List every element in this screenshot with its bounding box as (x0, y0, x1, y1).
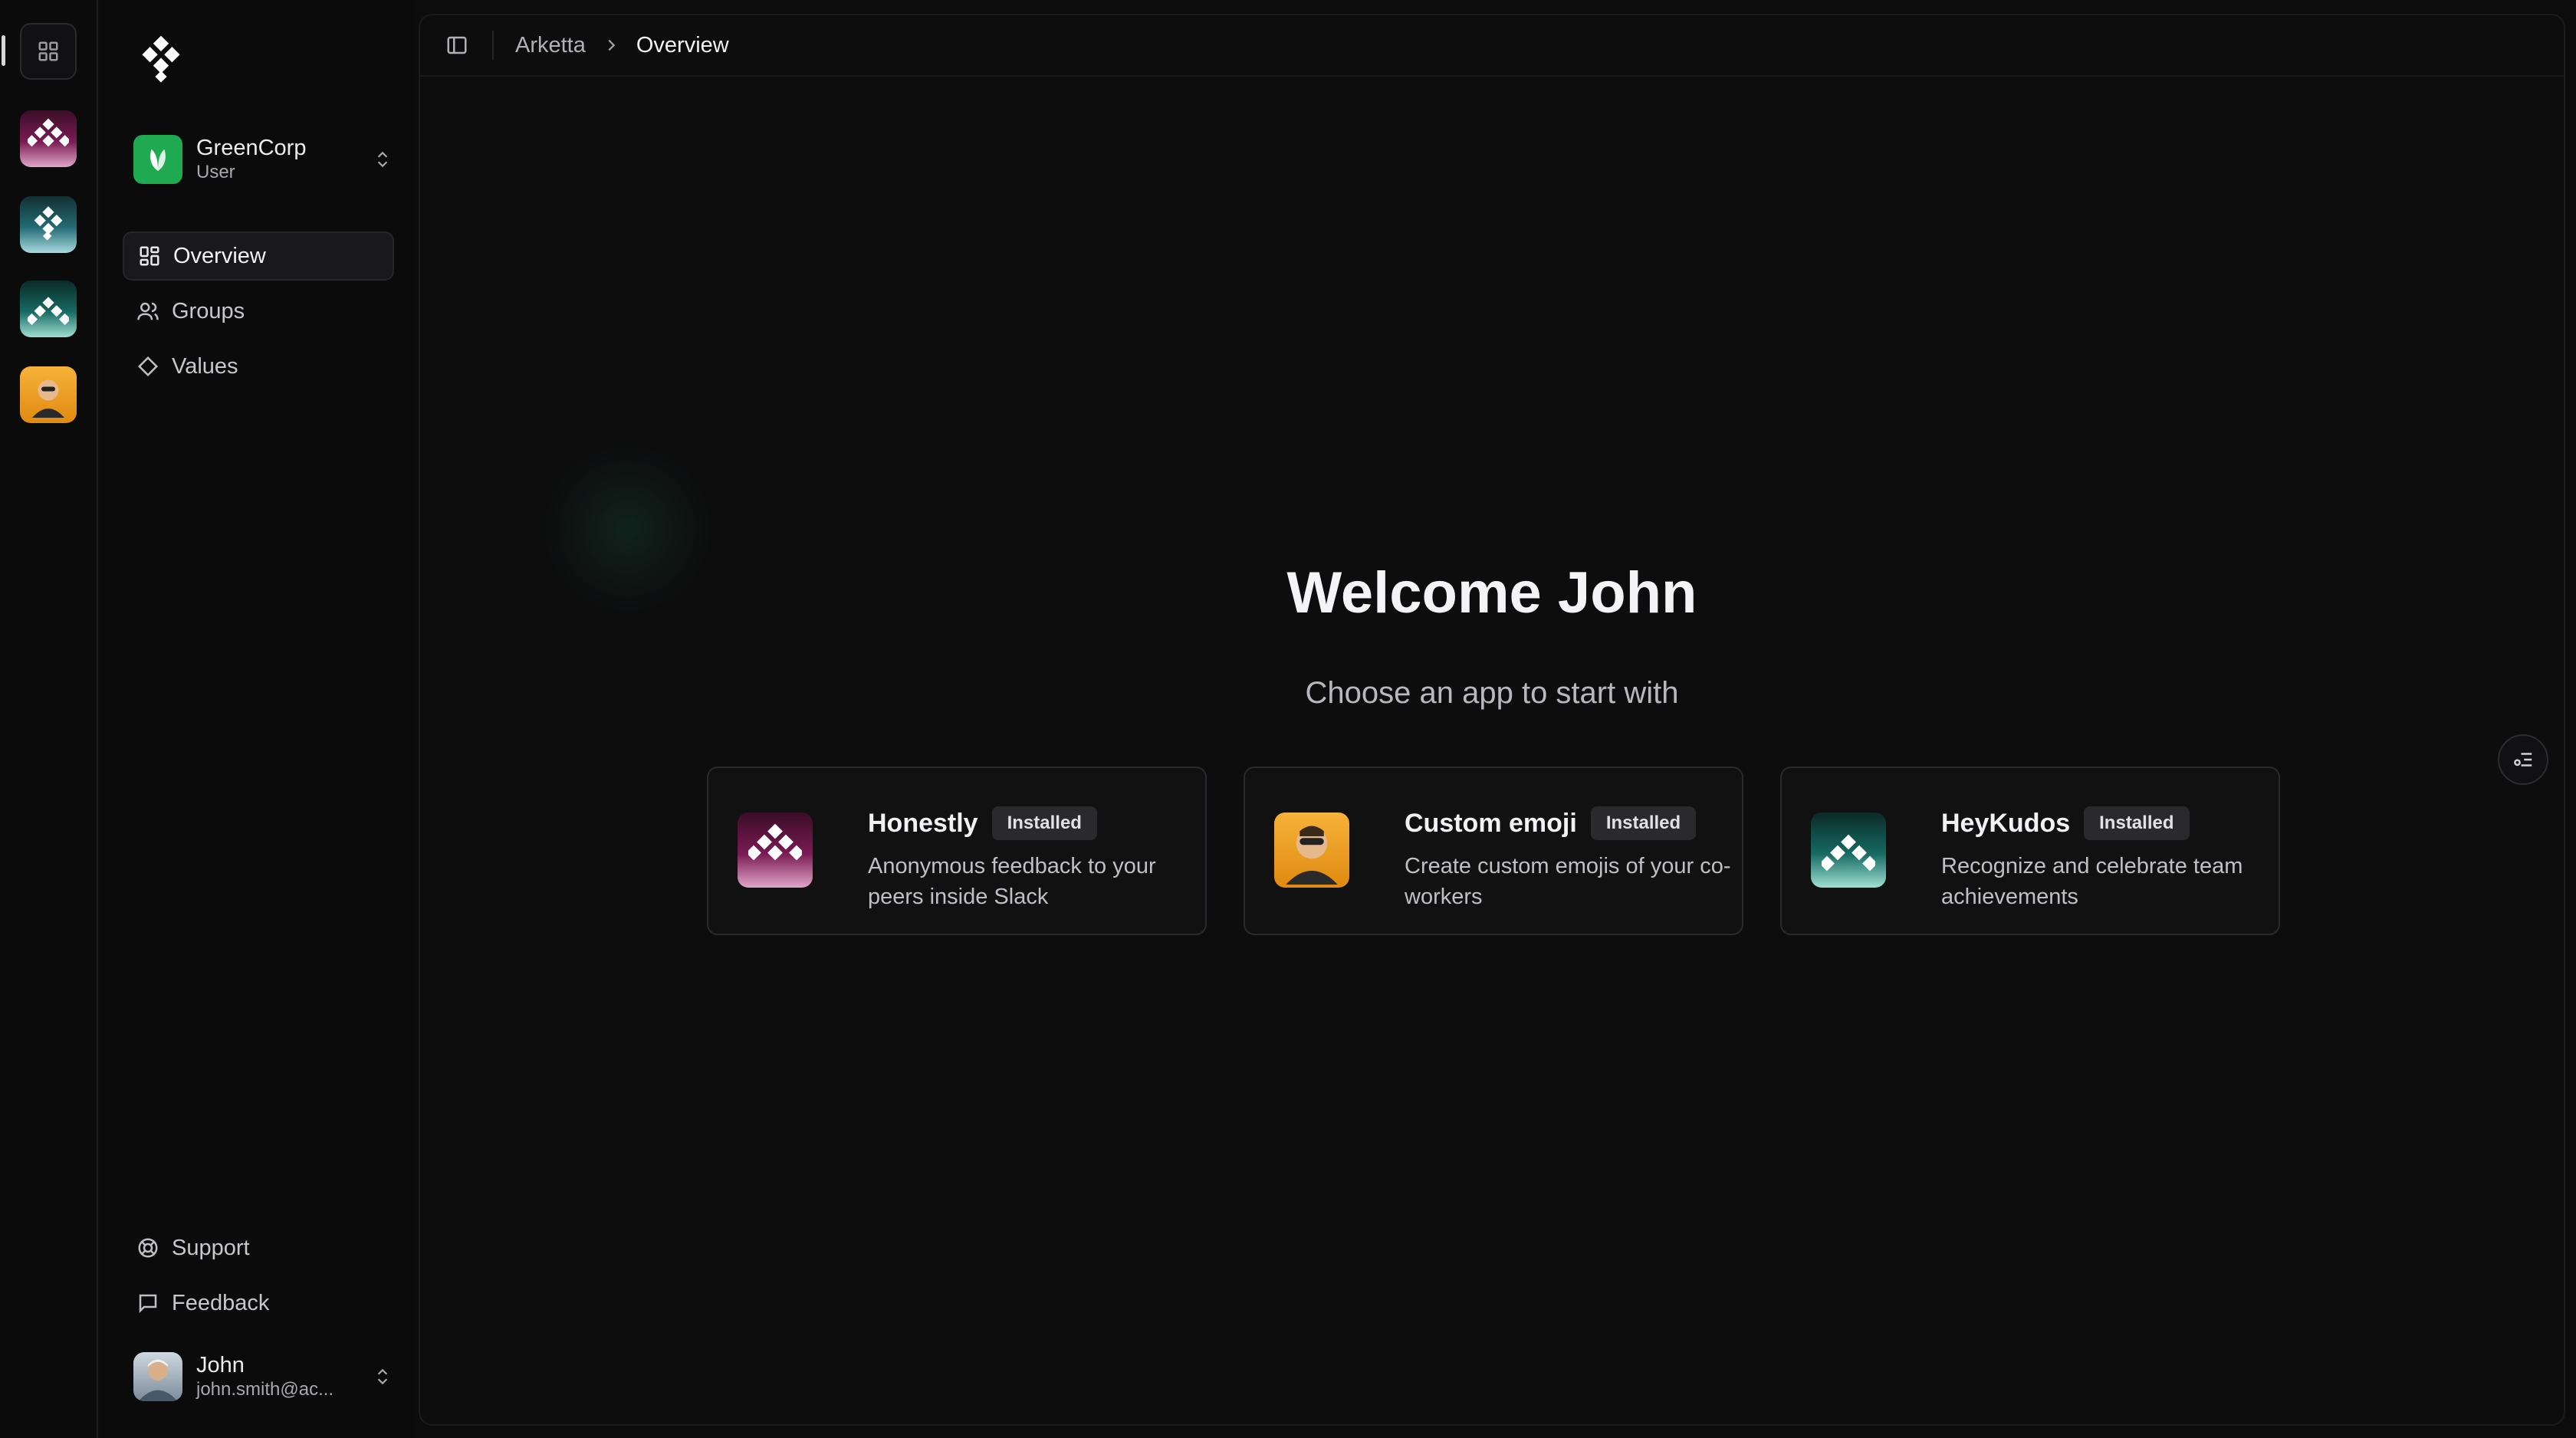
user-name: John (196, 1353, 245, 1377)
app-name: HeyKudos (1941, 808, 2071, 838)
breadcrumb-current: Overview (636, 32, 729, 57)
rail-app-heykudos[interactable] (20, 281, 77, 337)
panel-left-icon (447, 36, 467, 54)
user-menu[interactable]: John john.smith@ac... (133, 1349, 394, 1404)
top-bar: Arketta Overview (420, 15, 2564, 77)
app-name: Honestly (868, 808, 978, 838)
app-description: Anonymous feedback to your peers inside … (868, 854, 1156, 909)
card-body: Custom emoji Installed Create custom emo… (1405, 806, 1742, 912)
org-text: GreenCorp User (196, 135, 371, 184)
diamond-icon (137, 356, 159, 377)
sidebar: GreenCorp User Overview Groups Values Su… (100, 0, 416, 1438)
heykudos-logo-icon (28, 297, 69, 326)
layout-grid-icon (140, 246, 159, 266)
leaf-icon (150, 149, 166, 171)
bottom-nav: Support Feedback (123, 1223, 394, 1334)
org-role: User (196, 162, 235, 182)
card-header: Custom emoji Installed (1405, 806, 1742, 840)
chevron-right-icon (603, 37, 619, 54)
custom-emoji-avatar-icon (1286, 826, 1338, 885)
divider (492, 31, 494, 60)
nav-item-overview[interactable]: Overview (123, 231, 394, 281)
app-description: Create custom emojis of your co-workers (1405, 854, 1731, 909)
user-email: john.smith@ac... (196, 1379, 334, 1400)
arketta-logo-icon (142, 35, 180, 83)
card-header: Honestly Installed (868, 806, 1205, 840)
honestly-logo-icon (28, 118, 69, 147)
arketta-logo[interactable] (133, 35, 189, 90)
avatar (133, 1352, 182, 1401)
org-avatar (133, 135, 182, 184)
card-header: HeyKudos Installed (1941, 806, 2279, 840)
card-body: Honestly Installed Anonymous feedback to… (868, 806, 1205, 912)
layout-grid-icon (38, 41, 58, 61)
nav-item-values[interactable]: Values (123, 342, 394, 391)
arketta-logo-icon (34, 206, 63, 241)
nav-item-label: Values (172, 353, 238, 379)
rail-app-arketta[interactable] (20, 196, 77, 253)
nav-item-label: Overview (173, 243, 266, 268)
nav-item-label: Groups (172, 298, 245, 323)
rail-active-indicator (2, 35, 5, 66)
nav-item-feedback[interactable]: Feedback (123, 1279, 394, 1328)
app-description: Recognize and celebrate team achievement… (1941, 854, 2243, 909)
message-square-icon (139, 1294, 157, 1314)
app-card-heykudos[interactable]: HeyKudos Installed Recognize and celebra… (1780, 767, 2280, 935)
app-name: Custom emoji (1405, 808, 1577, 838)
honestly-logo-icon (748, 823, 802, 861)
honestly-logo (738, 813, 813, 888)
users-icon (137, 302, 159, 320)
nav-item-support[interactable]: Support (123, 1223, 394, 1272)
page-title: Welcome John (1286, 560, 1697, 625)
nav-item-groups[interactable]: Groups (123, 287, 394, 336)
custom-emoji-avatar-icon (32, 379, 64, 418)
user-text: John john.smith@ac... (196, 1352, 371, 1401)
app-card-honestly[interactable]: Honestly Installed Anonymous feedback to… (707, 767, 1207, 935)
sliders-list-icon (2514, 753, 2532, 767)
settings-toggle-button[interactable] (2498, 734, 2548, 785)
sidebar-toggle-button[interactable] (443, 31, 471, 59)
rail-app-honestly[interactable] (20, 110, 77, 167)
nav-item-label: Support (172, 1235, 250, 1260)
org-switcher[interactable]: GreenCorp User (133, 132, 394, 187)
chevrons-up-down-icon (371, 1361, 394, 1392)
org-name: GreenCorp (196, 136, 307, 160)
heykudos-logo-icon (1822, 834, 1875, 872)
card-body: HeyKudos Installed Recognize and celebra… (1941, 806, 2279, 912)
rail-all-apps-button[interactable] (20, 23, 77, 80)
status-badge: Installed (991, 806, 1097, 840)
app-rail (0, 0, 98, 1438)
breadcrumb-root[interactable]: Arketta (515, 33, 586, 58)
nav-item-label: Feedback (172, 1290, 270, 1315)
heykudos-logo (1811, 813, 1886, 888)
chevrons-up-down-icon (371, 144, 394, 175)
lifebuoy-icon (138, 1238, 158, 1258)
page-subtitle: Choose an app to start with (1305, 676, 1679, 710)
status-badge: Installed (2084, 806, 2190, 840)
status-badge: Installed (1590, 806, 1697, 840)
app-cards: Honestly Installed Anonymous feedback to… (707, 767, 2280, 935)
custom-emoji-logo (1274, 813, 1349, 888)
main-panel: Arketta Overview Welcome John Choose an … (419, 14, 2565, 1426)
main-nav: Overview Groups Values (123, 231, 394, 397)
rail-app-custom-emoji[interactable] (20, 366, 77, 423)
app-card-custom-emoji[interactable]: Custom emoji Installed Create custom emo… (1244, 767, 1743, 935)
